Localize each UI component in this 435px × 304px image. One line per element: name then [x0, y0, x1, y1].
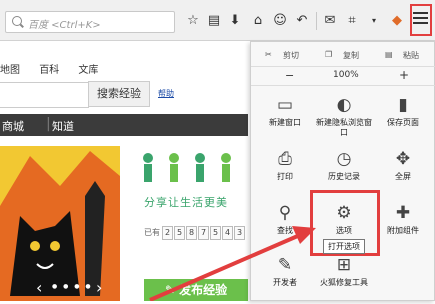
promo-panel: 分享让生活更美 已有 2 5 8 7 5 4 3 ✎ 发布经验: [120, 146, 248, 301]
nav-zhidao[interactable]: 知道: [52, 118, 74, 134]
page-search-input[interactable]: [0, 82, 89, 108]
copy-icon: ❐: [325, 50, 333, 59]
link-map[interactable]: 地图: [0, 65, 20, 76]
chevron-left-icon[interactable]: ‹: [36, 278, 42, 297]
slogan: 分享让生活更美: [144, 196, 228, 209]
menu-item-fullscreen[interactable]: ✥ 全屏: [374, 146, 432, 198]
crop-icon[interactable]: ⌗: [344, 13, 360, 29]
browser-toolbar: 百度 <Ctrl+K> ☆ ▤ ⬇ ⌂ ☺ ↶ ✉ ⌗ ▾ ◆: [0, 0, 435, 41]
fullscreen-icon: ✥: [395, 149, 411, 169]
star-icon[interactable]: ☆: [185, 13, 201, 29]
paste-button[interactable]: 粘贴: [403, 50, 419, 61]
tooltip-open-options: 打开选项: [323, 239, 365, 254]
carousel-dots[interactable]: ● ● ● ●: [52, 283, 93, 290]
save-page-icon: ▮: [398, 95, 408, 115]
link-wenku[interactable]: 文库: [78, 65, 98, 76]
smiley-icon[interactable]: ☺: [272, 13, 288, 29]
zoom-out-button[interactable]: −: [285, 69, 294, 82]
addons-puzzle-icon: ✚: [395, 203, 411, 223]
menu-item-find[interactable]: ⚲ 查找: [256, 200, 314, 252]
banner-image: ‹ ● ● ● ● ›: [0, 146, 120, 301]
publish-experience-button[interactable]: ✎ 发布经验: [144, 279, 248, 301]
search-input[interactable]: 百度 <Ctrl+K>: [5, 11, 175, 33]
search-icon: [12, 16, 22, 26]
new-window-icon: ▭: [276, 95, 294, 115]
menu-item-developer[interactable]: ✎ 开发者: [256, 252, 314, 304]
edit-row: ✂ 剪切 ❐ 复制 ▤ 粘贴: [251, 44, 435, 64]
search-placeholder: 百度 <Ctrl+K>: [28, 20, 101, 31]
toolbar-separator: [316, 12, 317, 30]
nav-divider: |: [46, 116, 51, 132]
developer-wrench-icon: ✎: [277, 255, 293, 275]
help-link[interactable]: 帮助: [158, 88, 174, 99]
dropdown-icon[interactable]: ▾: [366, 13, 382, 29]
menu-item-repair-tool[interactable]: ⊞ 火狐修复工具: [315, 252, 373, 304]
browser-menu-panel: ✂ 剪切 ❐ 复制 ▤ 粘贴 − 100% + ▭ 新建窗口 ◐ 新建隐私浏览窗…: [250, 41, 435, 301]
chevron-right-icon[interactable]: ›: [96, 278, 102, 297]
menu-item-new-window[interactable]: ▭ 新建窗口: [256, 92, 314, 144]
private-mask-icon: ◐: [336, 95, 352, 115]
download-icon[interactable]: ⬇: [227, 13, 243, 29]
zoom-level[interactable]: 100%: [333, 70, 359, 80]
history-icon: ◷: [336, 149, 352, 169]
home-icon[interactable]: ⌂: [250, 13, 266, 29]
chat-icon[interactable]: ✉: [322, 13, 338, 29]
clipboard-icon[interactable]: ▤: [206, 13, 222, 29]
paste-icon: ▤: [385, 50, 393, 59]
zoom-row: − 100% +: [251, 66, 435, 86]
user-counter: 已有 2 5 8 7 5 4 3: [144, 226, 246, 240]
addon-icon[interactable]: ◆: [389, 13, 405, 29]
back-icon[interactable]: ↶: [294, 13, 310, 29]
menu-item-private-window[interactable]: ◐ 新建隐私浏览窗口: [315, 92, 373, 144]
zoom-in-button[interactable]: +: [399, 68, 409, 82]
menu-item-print[interactable]: ⎙ 打印: [256, 146, 314, 198]
nav-mall[interactable]: 商城: [2, 118, 24, 134]
top-links: 地图 百科 文库: [0, 61, 114, 76]
people-logo-icon: [143, 153, 231, 182]
nav-bar: 商城 | 知道: [0, 114, 248, 136]
copy-button[interactable]: 复制: [343, 50, 359, 61]
scissors-icon: ✂: [265, 50, 272, 59]
print-icon: ⎙: [278, 149, 292, 169]
link-baike[interactable]: 百科: [39, 65, 59, 76]
search-experience-button[interactable]: 搜索经验: [88, 81, 150, 107]
cut-button[interactable]: 剪切: [283, 50, 299, 61]
find-icon: ⚲: [278, 203, 292, 223]
menu-item-save-page[interactable]: ▮ 保存页面: [374, 92, 432, 144]
menu-item-addons[interactable]: ✚ 附加组件: [374, 200, 432, 252]
menu-icon[interactable]: [413, 12, 428, 25]
